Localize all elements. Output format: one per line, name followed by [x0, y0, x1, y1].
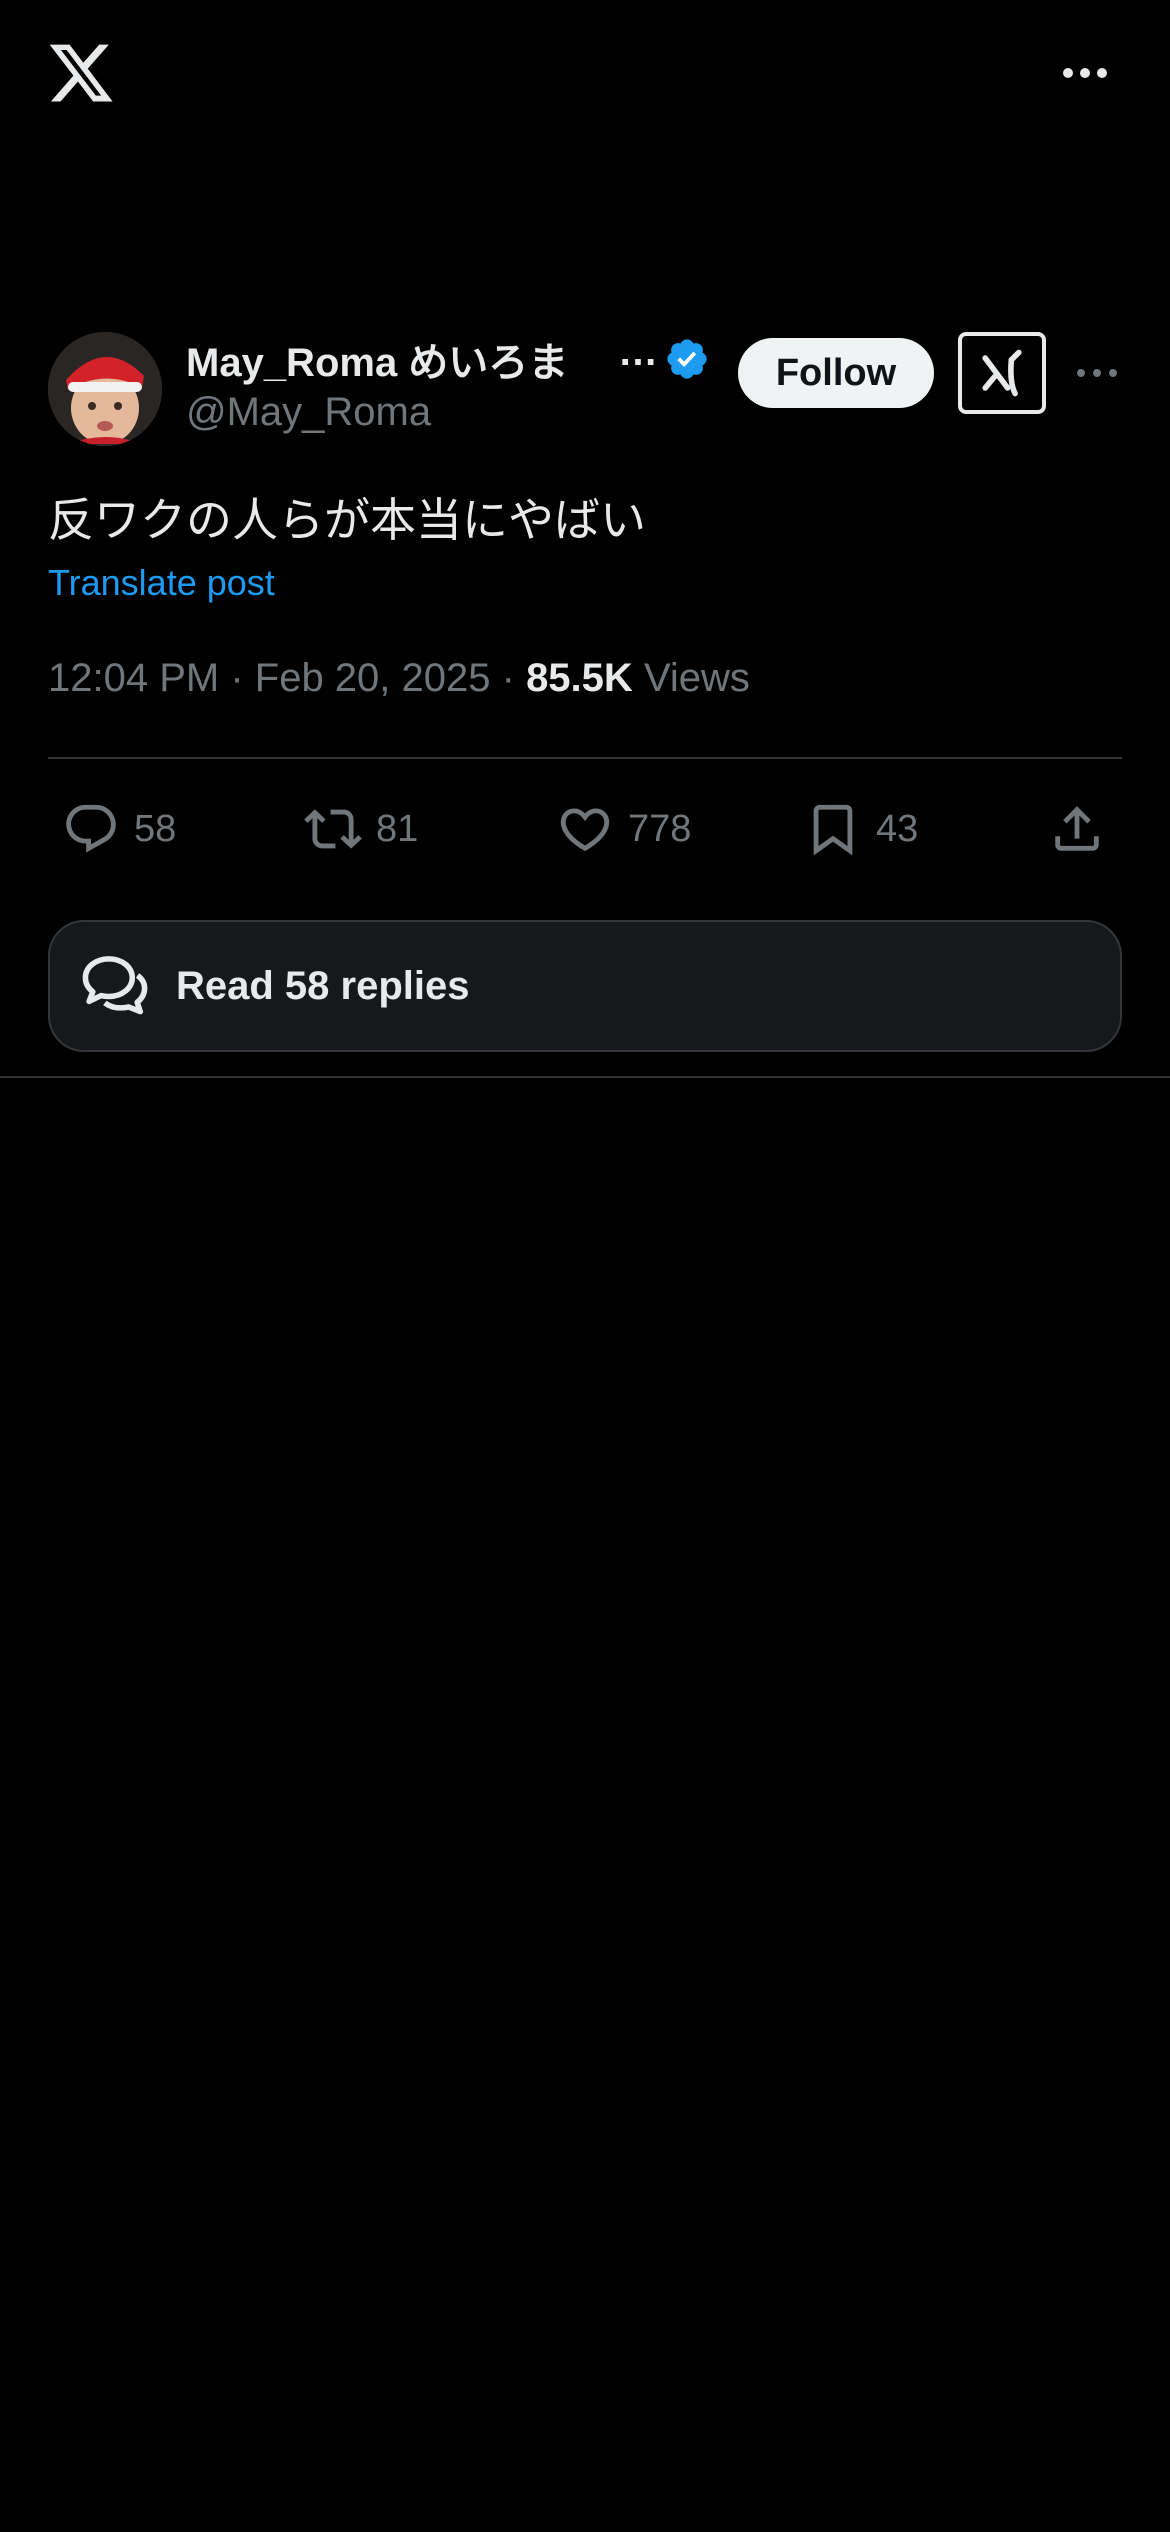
x-logo-icon[interactable]: [46, 38, 116, 108]
bookmark-icon: [813, 804, 853, 856]
author-display-name[interactable]: May_Roma めいろま: [186, 330, 568, 388]
grok-icon: [982, 349, 1022, 397]
reply-icon: [66, 804, 116, 853]
bookmark-count: 43: [876, 807, 919, 850]
views-count: 85.5K: [526, 656, 633, 700]
more-options-icon[interactable]: [1060, 58, 1110, 88]
author-handle[interactable]: @May_Roma: [186, 390, 431, 435]
repost-button[interactable]: 81: [304, 798, 418, 860]
share-icon: [1055, 806, 1099, 851]
post-timestamp[interactable]: 12:04 PM · Feb 20, 2025 ·: [48, 656, 515, 700]
grok-button[interactable]: [958, 332, 1046, 414]
heart-icon: [560, 808, 610, 852]
like-button[interactable]: 778: [556, 798, 691, 860]
repost-count: 81: [376, 807, 419, 850]
reply-button[interactable]: 58: [62, 798, 176, 860]
read-replies-button[interactable]: Read 58 replies: [48, 920, 1122, 1052]
post-more-options-icon[interactable]: [1074, 358, 1120, 388]
repost-icon: [304, 809, 362, 849]
follow-button[interactable]: Follow: [738, 338, 934, 408]
post-text: 反ワクの人らが本当にやばい: [48, 493, 646, 547]
read-replies-label: Read 58 replies: [176, 963, 470, 1008]
views-label: Views: [643, 656, 750, 700]
translate-post-link[interactable]: Translate post: [48, 562, 275, 604]
bookmark-button[interactable]: 43: [804, 798, 918, 860]
share-button[interactable]: [1048, 798, 1106, 860]
verified-badge-icon[interactable]: [664, 336, 710, 382]
chat-bubbles-icon: [82, 956, 148, 1015]
post-metadata: 12:04 PM · Feb 20, 2025 · 85.5K Views: [48, 656, 750, 701]
avatar[interactable]: [48, 332, 162, 446]
like-count: 778: [628, 807, 692, 850]
divider: [48, 757, 1122, 759]
name-truncation-ellipsis: …: [618, 330, 658, 374]
reply-count: 58: [134, 807, 177, 850]
section-divider: [0, 1076, 1170, 1078]
